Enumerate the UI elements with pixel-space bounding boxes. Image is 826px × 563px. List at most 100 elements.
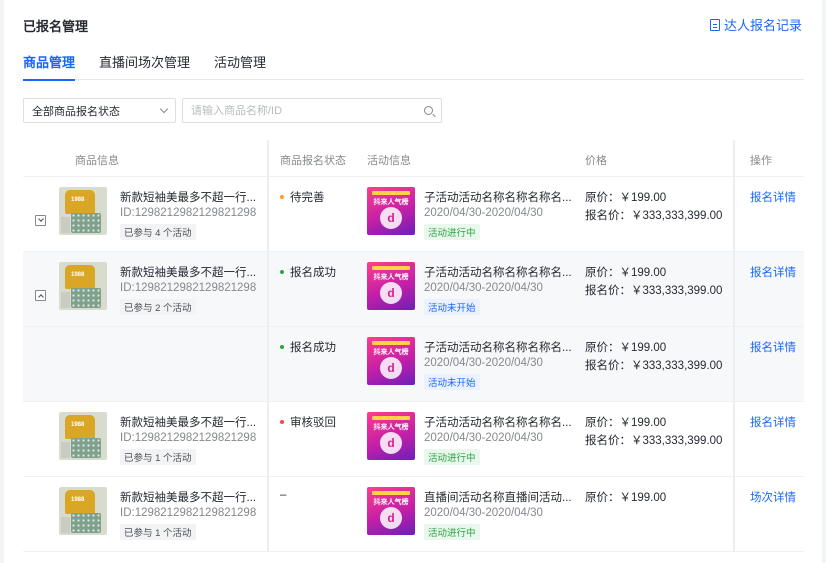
- douyin-logo-icon: d: [380, 282, 402, 304]
- page-card: 已报名管理 达人报名记录 商品管理 直播间场次管理 活动管理 全部商品报名状态 …: [4, 0, 822, 563]
- table-row: 报名成功 抖来人气榜 d 子活动活动名称名称名称名... 2020/04/30-…: [23, 327, 804, 402]
- activity-date-range: 2020/04/30-2020/04/30: [424, 207, 543, 219]
- table-body: 1988 新款短袖美最多不超一行... ID:12982129821298212…: [23, 177, 804, 552]
- activity-count-badge: 已参与 1 个活动: [120, 449, 196, 465]
- original-price: 原价：￥199.00: [585, 342, 667, 354]
- detail-link[interactable]: 报名详情: [750, 339, 796, 355]
- activity-count-badge: 已参与 4 个活动: [120, 224, 196, 240]
- banner-title: 抖来人气榜: [373, 199, 409, 206]
- douyin-logo-icon: d: [380, 357, 402, 379]
- product-thumbnail: 1988: [59, 487, 107, 535]
- product-id: ID:1298212982129821298: [120, 282, 257, 294]
- shirt-print-text: 1988: [71, 422, 85, 428]
- shirt-graphic: 1988: [65, 490, 95, 514]
- signup-status-label: 报名成功: [290, 342, 336, 354]
- status-dot: [280, 195, 284, 199]
- product-thumbnail: 1988: [59, 262, 107, 310]
- product-name: 新款短袖美最多不超一行...: [120, 417, 257, 429]
- hanger-graphic: [61, 442, 70, 458]
- product-thumbnail: 1988: [59, 412, 107, 460]
- status-filter-value: 全部商品报名状态: [32, 105, 120, 118]
- registration-table: 商品信息 商品报名状态 活动信息 价格 操作 1988 新款短袖美最多不超一行.…: [23, 140, 804, 552]
- original-price: 原价：￥199.00: [585, 417, 667, 429]
- activity-name: 子活动活动名称名称名称名...: [424, 192, 572, 204]
- activity-status-badge: 活动进行中: [424, 524, 480, 540]
- column-header-action: 操作: [750, 155, 772, 167]
- records-link-label: 达人报名记录: [723, 18, 802, 33]
- product-id: ID:1298212982129821298: [120, 432, 257, 444]
- product-name: 新款短袖美最多不超一行...: [120, 267, 257, 279]
- column-divider: [267, 140, 269, 552]
- original-price: 原价：￥199.00: [585, 192, 667, 204]
- table-row: 1988 新款短袖美最多不超一行... ID:12982129821298212…: [23, 402, 804, 477]
- shirt-graphic: 1988: [65, 190, 95, 214]
- shorts-graphic: [71, 288, 101, 308]
- detail-link[interactable]: 报名详情: [750, 264, 796, 280]
- column-divider: [733, 140, 735, 552]
- collapse-row-button[interactable]: [35, 290, 46, 301]
- signup-status: 审核驳回: [280, 414, 336, 430]
- table-row: 1988 新款短袖美最多不超一行... ID:12982129821298212…: [23, 177, 804, 252]
- table-header: 商品信息 商品报名状态 活动信息 价格 操作: [23, 140, 804, 177]
- shirt-graphic: 1988: [65, 415, 95, 439]
- tab-live-session-management[interactable]: 直播间场次管理: [99, 52, 190, 80]
- shirt-print-text: 1988: [71, 197, 85, 203]
- tab-activity-management[interactable]: 活动管理: [214, 52, 266, 80]
- tab-bar: 商品管理 直播间场次管理 活动管理: [23, 52, 804, 81]
- expand-row-button[interactable]: [35, 215, 46, 226]
- activity-count-badge: 已参与 2 个活动: [120, 299, 196, 315]
- chevron-down-icon: [159, 104, 169, 114]
- banner-title: 抖来人气榜: [373, 349, 409, 356]
- status-filter-select[interactable]: 全部商品报名状态: [23, 98, 176, 123]
- hanger-graphic: [61, 217, 70, 233]
- product-id: ID:1298212982129821298: [120, 507, 257, 519]
- signup-price: 报名价：￥333,333,399.00: [585, 360, 723, 372]
- signup-status: 待完善: [280, 189, 325, 205]
- page-title: 已报名管理: [23, 19, 89, 34]
- banner-strip: [372, 491, 410, 495]
- search-input[interactable]: [191, 104, 424, 117]
- original-price: 原价：￥199.00: [585, 492, 667, 504]
- douyin-logo-icon: d: [380, 207, 402, 229]
- activity-banner: 抖来人气榜 d: [367, 337, 415, 385]
- product-name: 新款短袖美最多不超一行...: [120, 192, 257, 204]
- banner-strip: [372, 266, 410, 270]
- product-name: 新款短袖美最多不超一行...: [120, 492, 257, 504]
- shirt-graphic: 1988: [65, 265, 95, 289]
- activity-banner: 抖来人气榜 d: [367, 487, 415, 535]
- column-header-price: 价格: [585, 155, 607, 167]
- shorts-graphic: [71, 438, 101, 458]
- hanger-graphic: [61, 517, 70, 533]
- status-dot: [280, 270, 284, 274]
- hanger-graphic: [61, 292, 70, 308]
- activity-date-range: 2020/04/30-2020/04/30: [424, 507, 543, 519]
- tab-product-management[interactable]: 商品管理: [23, 52, 76, 81]
- chevron-down-icon: [38, 216, 44, 222]
- activity-name: 直播间活动名称直播间活动...: [424, 492, 572, 504]
- table-row: 1988 新款短袖美最多不超一行... ID:12982129821298212…: [23, 252, 804, 327]
- activity-status-badge: 活动进行中: [424, 224, 480, 240]
- banner-title: 抖来人气榜: [373, 274, 409, 281]
- signup-status-label: 待完善: [290, 192, 325, 204]
- douyin-logo-icon: d: [380, 432, 402, 454]
- douyin-logo-icon: d: [380, 507, 402, 529]
- activity-name: 子活动活动名称名称名称名...: [424, 342, 572, 354]
- activity-banner: 抖来人气榜 d: [367, 262, 415, 310]
- status-dot: [280, 420, 284, 424]
- signup-status: 报名成功: [280, 339, 336, 355]
- records-link[interactable]: 达人报名记录: [709, 15, 802, 34]
- activity-date-range: 2020/04/30-2020/04/30: [424, 357, 543, 369]
- shorts-graphic: [71, 513, 101, 533]
- signup-price: 报名价：￥333,333,399.00: [585, 435, 723, 447]
- search-icon[interactable]: [424, 106, 433, 115]
- shirt-print-text: 1988: [71, 497, 85, 503]
- detail-link[interactable]: 场次详情: [750, 489, 796, 505]
- activity-status-badge: 活动未开始: [424, 374, 480, 390]
- table-row: 1988 新款短袖美最多不超一行... ID:12982129821298212…: [23, 477, 804, 552]
- detail-link[interactable]: 报名详情: [750, 414, 796, 430]
- shorts-graphic: [71, 213, 101, 233]
- detail-link[interactable]: 报名详情: [750, 189, 796, 205]
- search-box: [182, 98, 442, 123]
- activity-status-badge: 活动进行中: [424, 449, 480, 465]
- activity-status-badge: 活动未开始: [424, 299, 480, 315]
